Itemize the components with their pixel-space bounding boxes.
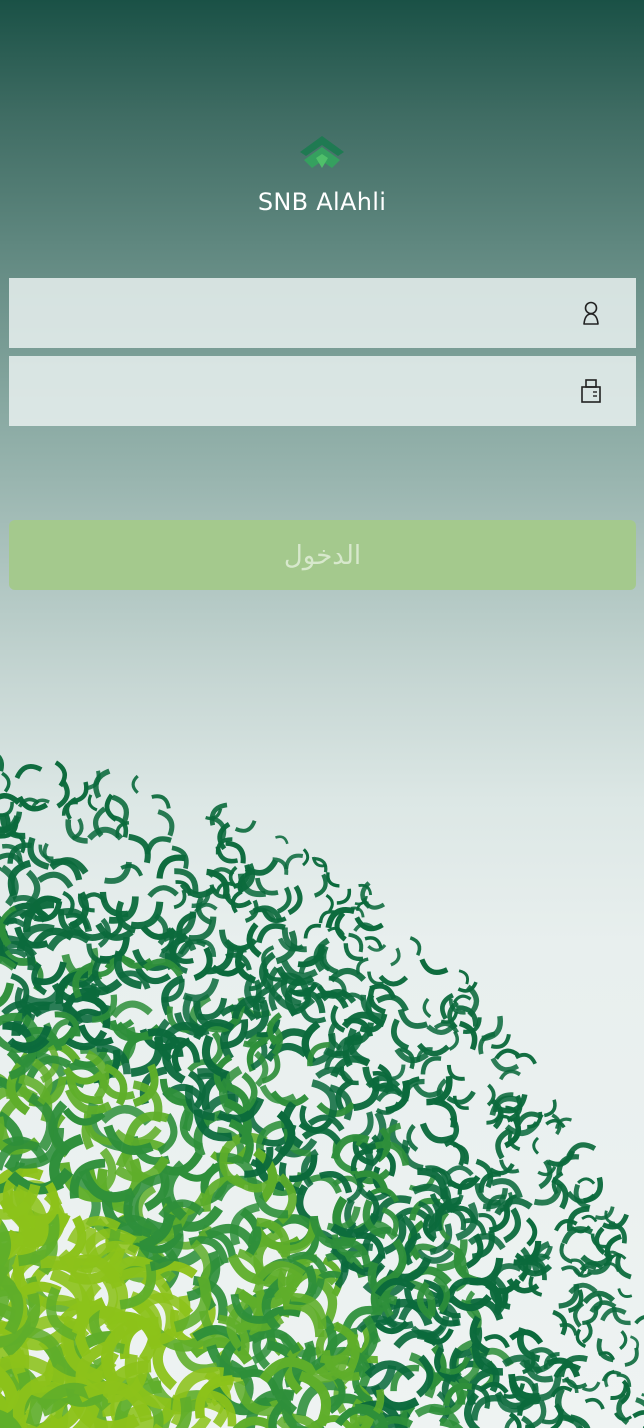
decorative-stroke <box>0 793 21 807</box>
login-button[interactable]: الدخول <box>9 520 636 590</box>
decorative-stroke <box>458 969 470 985</box>
decorative-stroke <box>223 894 252 909</box>
decorative-stroke <box>397 1008 429 1029</box>
decorative-stroke <box>566 1190 597 1204</box>
decorative-stroke <box>634 1314 644 1325</box>
decorative-stroke <box>632 1410 644 1424</box>
decorative-stroke <box>348 932 364 953</box>
decorative-stroke <box>446 1090 476 1105</box>
decorative-stroke <box>581 1214 598 1223</box>
decorative-stroke <box>419 1122 455 1144</box>
decorative-stroke <box>87 826 124 841</box>
password-input[interactable] <box>9 356 569 426</box>
user-icon <box>583 301 599 325</box>
decorative-stroke <box>393 1330 440 1349</box>
decorative-stroke <box>448 1030 460 1051</box>
decorative-letter-art <box>0 749 644 1428</box>
lock-icon <box>581 379 601 403</box>
decorative-stroke <box>617 1288 633 1298</box>
decorative-stroke <box>560 1265 583 1278</box>
decorative-stroke <box>367 943 387 952</box>
decorative-stroke <box>552 1309 568 1336</box>
decorative-stroke <box>422 997 432 1019</box>
decorative-stroke <box>509 1329 544 1345</box>
decorative-stroke <box>406 1124 419 1152</box>
username-field[interactable] <box>9 278 636 348</box>
decorative-stroke <box>577 1177 596 1185</box>
decorative-stroke <box>336 888 352 905</box>
decorative-stroke <box>334 911 347 942</box>
decorative-stroke <box>629 1335 640 1351</box>
decorative-stroke <box>378 974 409 987</box>
decorative-stroke <box>584 1397 605 1410</box>
decorative-stroke <box>419 958 449 975</box>
decorative-stroke <box>624 1347 639 1367</box>
decorative-stroke <box>478 1031 496 1055</box>
decorative-stroke <box>131 774 139 794</box>
decorative-stroke <box>596 1338 614 1363</box>
decorative-stroke <box>364 936 383 949</box>
decorative-stroke <box>581 1320 593 1344</box>
decorative-stroke <box>87 794 98 812</box>
decorative-stroke <box>619 1330 628 1351</box>
decorative-stroke <box>37 871 74 889</box>
decorative-stroke <box>390 947 401 967</box>
password-field[interactable] <box>9 356 636 426</box>
snb-logo-icon <box>300 136 344 168</box>
decorative-stroke <box>151 794 171 809</box>
decorative-stroke <box>449 1140 466 1167</box>
decorative-stroke <box>504 1416 516 1428</box>
decorative-stroke <box>483 1334 510 1349</box>
decorative-stroke <box>391 1018 410 1051</box>
decorative-stroke <box>559 1242 573 1264</box>
decorative-stroke <box>303 923 322 939</box>
decorative-stroke <box>14 764 43 780</box>
decorative-stroke <box>490 1057 520 1073</box>
decorative-stroke <box>275 835 289 845</box>
decorative-stroke <box>65 819 88 844</box>
username-input[interactable] <box>9 278 569 348</box>
decorative-stroke <box>234 820 257 833</box>
decorative-stroke <box>110 1000 153 1019</box>
decorative-stroke <box>445 1165 474 1177</box>
decorative-stroke <box>147 885 179 898</box>
decorative-stroke <box>532 1136 540 1155</box>
decorative-stroke <box>490 1178 523 1199</box>
decorative-stroke <box>525 1217 538 1247</box>
decorative-stroke <box>54 760 67 788</box>
decorative-stroke <box>409 936 422 956</box>
decorative-stroke <box>0 749 4 772</box>
brand-name: SNB AlAhli <box>257 188 387 216</box>
decorative-stroke <box>1 771 11 793</box>
decorative-stroke <box>494 1048 520 1060</box>
decorative-stroke <box>193 946 213 981</box>
decorative-stroke <box>514 1052 537 1065</box>
decorative-stroke <box>301 848 310 867</box>
decorative-stroke <box>325 894 334 912</box>
decorative-stroke <box>594 1226 606 1255</box>
decorative-stroke <box>244 859 279 876</box>
decorative-stroke <box>104 861 132 884</box>
decorative-stroke <box>157 809 175 837</box>
decorative-stroke <box>452 994 472 1004</box>
